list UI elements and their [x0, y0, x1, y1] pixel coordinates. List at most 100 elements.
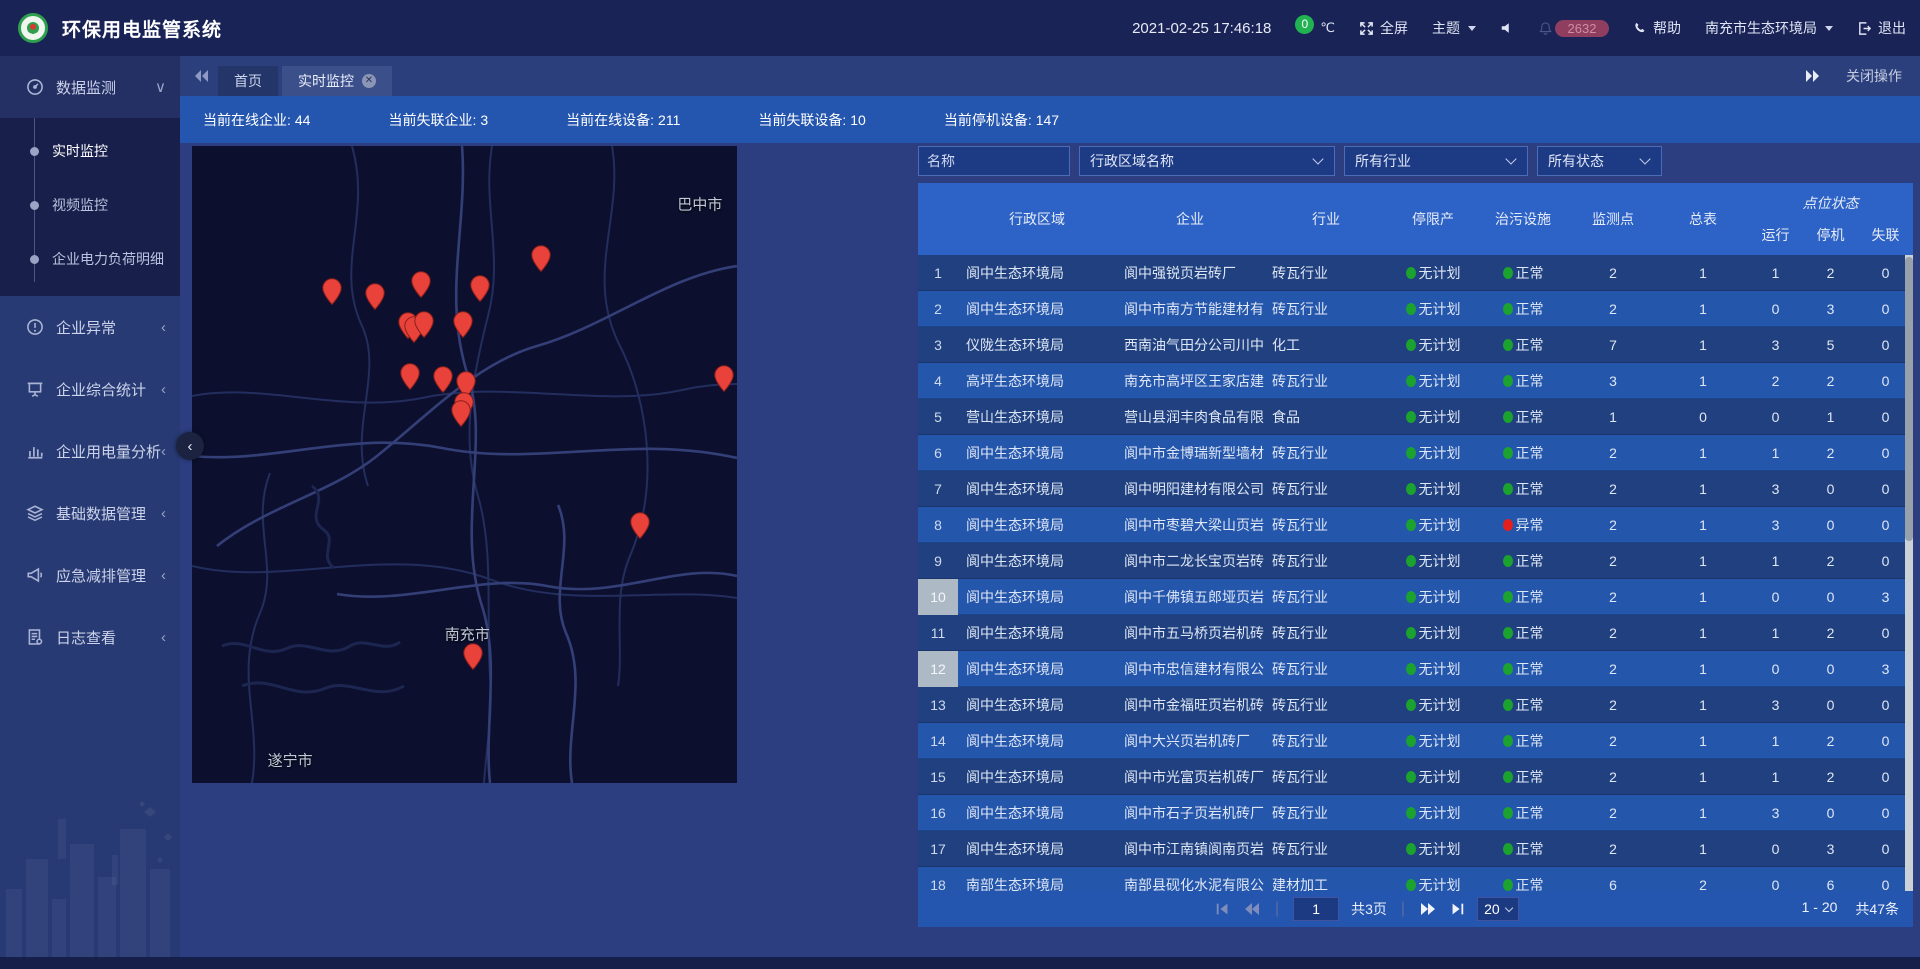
stat-label: 当前失联企业:	[388, 112, 476, 128]
first-page-button[interactable]	[1215, 902, 1231, 916]
cell-industry: 砖瓦行业	[1264, 803, 1388, 823]
table-row[interactable]: 4高坪生态环境局南充市高坪区王家店建砖瓦行业无计划正常31220	[918, 363, 1913, 399]
table-row[interactable]: 12阆中生态环境局阆中市忠信建材有限公砖瓦行业无计划正常21003	[918, 651, 1913, 687]
sidebar-item-label: 基础数据管理	[56, 503, 161, 524]
cell-enterprise: 阆中市江南镇阆南页岩	[1116, 839, 1264, 859]
name-filter-input[interactable]	[918, 146, 1070, 176]
table-row[interactable]: 1阆中生态环境局阆中强锐页岩砖厂砖瓦行业无计划正常21120	[918, 255, 1913, 291]
tab-home[interactable]: 首页	[218, 66, 278, 96]
total-count-label: 共47条	[1855, 899, 1899, 919]
cell-industry: 食品	[1264, 407, 1388, 427]
sidebar-item-企业用电量分析[interactable]: 企业用电量分析‹	[0, 420, 180, 482]
cell-stopped: 3	[1803, 841, 1858, 857]
presentation-icon	[26, 380, 44, 398]
theme-dropdown[interactable]: 主题	[1432, 18, 1476, 38]
status-filter-select[interactable]: 所有状态	[1537, 146, 1662, 176]
cell-enterprise: 阆中市二龙长宝页岩砖	[1116, 551, 1264, 571]
cell-stopped: 2	[1803, 265, 1858, 281]
org-dropdown[interactable]: 南充市生态环境局	[1705, 18, 1833, 38]
table-row[interactable]: 7阆中生态环境局阆中明阳建材有限公司砖瓦行业无计划正常21300	[918, 471, 1913, 507]
previous-page-button[interactable]	[1243, 902, 1261, 916]
cell-total-meter: 0	[1658, 409, 1748, 425]
last-page-button[interactable]	[1449, 902, 1465, 916]
fullscreen-button[interactable]: 全屏	[1359, 18, 1408, 38]
cell-index: 2	[918, 301, 958, 317]
table-row[interactable]: 13阆中生态环境局阆中市金福旺页岩机砖砖瓦行业无计划正常21300	[918, 687, 1913, 723]
cell-enterprise: 阆中市枣碧大梁山页岩	[1116, 515, 1264, 535]
page-number-input[interactable]	[1293, 897, 1339, 921]
status-dot-green-icon	[1503, 555, 1513, 567]
sidebar-item-数据监测[interactable]: 数据监测∨	[0, 56, 180, 118]
cell-stopped: 2	[1803, 373, 1858, 389]
sidebar-subitem-实时监控[interactable]: 实时监控	[0, 124, 180, 178]
content-area: 巴中市南充市遂宁市 ‹ 行政区域名称 所有行业	[180, 143, 1920, 969]
region-filter-select[interactable]: 行政区域名称	[1079, 146, 1335, 176]
sidebar-item-企业综合统计[interactable]: 企业综合统计‹	[0, 358, 180, 420]
table-row[interactable]: 6阆中生态环境局阆中市金博瑞新型墙材砖瓦行业无计划正常21120	[918, 435, 1913, 471]
table-row[interactable]: 5营山生态环境局营山县润丰肉食品有限食品无计划正常10010	[918, 399, 1913, 435]
chevron-left-icon: ‹	[161, 505, 166, 522]
sidebar-group: 企业综合统计‹	[0, 358, 180, 420]
log-icon	[26, 628, 44, 646]
industry-filter-select[interactable]: 所有行业	[1344, 146, 1528, 176]
exit-button[interactable]: 退出	[1857, 18, 1906, 38]
status-dot-green-icon	[1503, 267, 1513, 279]
cell-enterprise: 阆中市金福旺页岩机砖	[1116, 695, 1264, 715]
tabs-scroll-left-button[interactable]	[194, 69, 210, 83]
sidebar-item-基础数据管理[interactable]: 基础数据管理‹	[0, 482, 180, 544]
map[interactable]: 巴中市南充市遂宁市 ‹	[192, 146, 737, 783]
scrollbar-thumb[interactable]	[1905, 257, 1913, 541]
col-total-meter: 总表	[1658, 183, 1748, 255]
cell-running: 3	[1748, 337, 1803, 353]
stat-label: 当前失联设备:	[758, 112, 846, 128]
help-button[interactable]: 帮助	[1633, 18, 1681, 38]
table-row[interactable]: 3仪陇生态环境局西南油气田分公司川中化工无计划正常71350	[918, 327, 1913, 363]
page-size-select[interactable]: 20	[1477, 897, 1519, 921]
status-dot-green-icon	[1406, 555, 1416, 567]
tab-close-icon[interactable]: ✕	[362, 74, 376, 88]
next-page-button[interactable]	[1419, 902, 1437, 916]
status-dot-green-icon	[1406, 411, 1416, 423]
divider: |	[1275, 900, 1279, 918]
status-dot-green-icon	[1503, 411, 1513, 423]
cell-running: 1	[1748, 445, 1803, 461]
table-row[interactable]: 2阆中生态环境局阆中市南方节能建材有砖瓦行业无计划正常21030	[918, 291, 1913, 327]
table-row[interactable]: 10阆中生态环境局阆中千佛镇五郎垭页岩砖瓦行业无计划正常21003	[918, 579, 1913, 615]
bell-icon	[1538, 21, 1553, 36]
tab-bar: 首页 实时监控 ✕ 关闭操作	[180, 56, 1920, 96]
map-collapse-button[interactable]: ‹	[176, 432, 204, 460]
cell-enterprise: 南部县砚化水泥有限公	[1116, 875, 1264, 892]
table-row[interactable]: 16阆中生态环境局阆中市石子页岩机砖厂砖瓦行业无计划正常21300	[918, 795, 1913, 831]
sidebar-item-企业异常[interactable]: 企业异常‹	[0, 296, 180, 358]
cell-monitor-points: 2	[1568, 517, 1658, 533]
table-scrollbar[interactable]	[1905, 255, 1913, 891]
cell-stopped: 0	[1803, 805, 1858, 821]
table-row[interactable]: 11阆中生态环境局阆中市五马桥页岩机砖砖瓦行业无计划正常21120	[918, 615, 1913, 651]
table-row[interactable]: 17阆中生态环境局阆中市江南镇阆南页岩砖瓦行业无计划正常21030	[918, 831, 1913, 867]
table-row[interactable]: 18南部生态环境局南部县砚化水泥有限公建材加工无计划正常62060	[918, 867, 1913, 891]
mute-button[interactable]	[1500, 21, 1514, 35]
stat-label: 当前停机设备:	[944, 112, 1032, 128]
close-operations-button[interactable]: 关闭操作	[1846, 66, 1902, 86]
cell-index: 18	[918, 877, 958, 892]
stat-value: 211	[658, 112, 680, 128]
table-row[interactable]: 14阆中生态环境局阆中大兴页岩机砖厂砖瓦行业无计划正常21120	[918, 723, 1913, 759]
sidebar-subitem-视频监控[interactable]: 视频监控	[0, 178, 180, 232]
tab-realtime-monitor[interactable]: 实时监控 ✕	[282, 66, 392, 96]
cell-index: 12	[918, 651, 958, 687]
cell-enterprise: 阆中市光富页岩机砖厂	[1116, 767, 1264, 787]
col-pollution-facility: 治污设施	[1478, 183, 1568, 255]
table-row[interactable]: 8阆中生态环境局阆中市枣碧大梁山页岩砖瓦行业无计划异常21300	[918, 507, 1913, 543]
cell-facility-status: 正常	[1478, 623, 1568, 643]
notification-area[interactable]: 2632	[1538, 20, 1609, 37]
sidebar-subitem-企业电力负荷明细[interactable]: 企业电力负荷明细	[0, 232, 180, 286]
cell-region-bureau: 阆中生态环境局	[958, 299, 1116, 319]
status-dot-green-icon	[1503, 699, 1513, 711]
tabs-scroll-right-button[interactable]	[1804, 69, 1820, 83]
sidebar-item-应急减排管理[interactable]: 应急减排管理‹	[0, 544, 180, 606]
table-row[interactable]: 15阆中生态环境局阆中市光富页岩机砖厂砖瓦行业无计划正常21120	[918, 759, 1913, 795]
col-stopped: 停机	[1803, 225, 1858, 245]
cell-running: 0	[1748, 841, 1803, 857]
sidebar-item-日志查看[interactable]: 日志查看‹	[0, 606, 180, 668]
table-row[interactable]: 9阆中生态环境局阆中市二龙长宝页岩砖砖瓦行业无计划正常21120	[918, 543, 1913, 579]
